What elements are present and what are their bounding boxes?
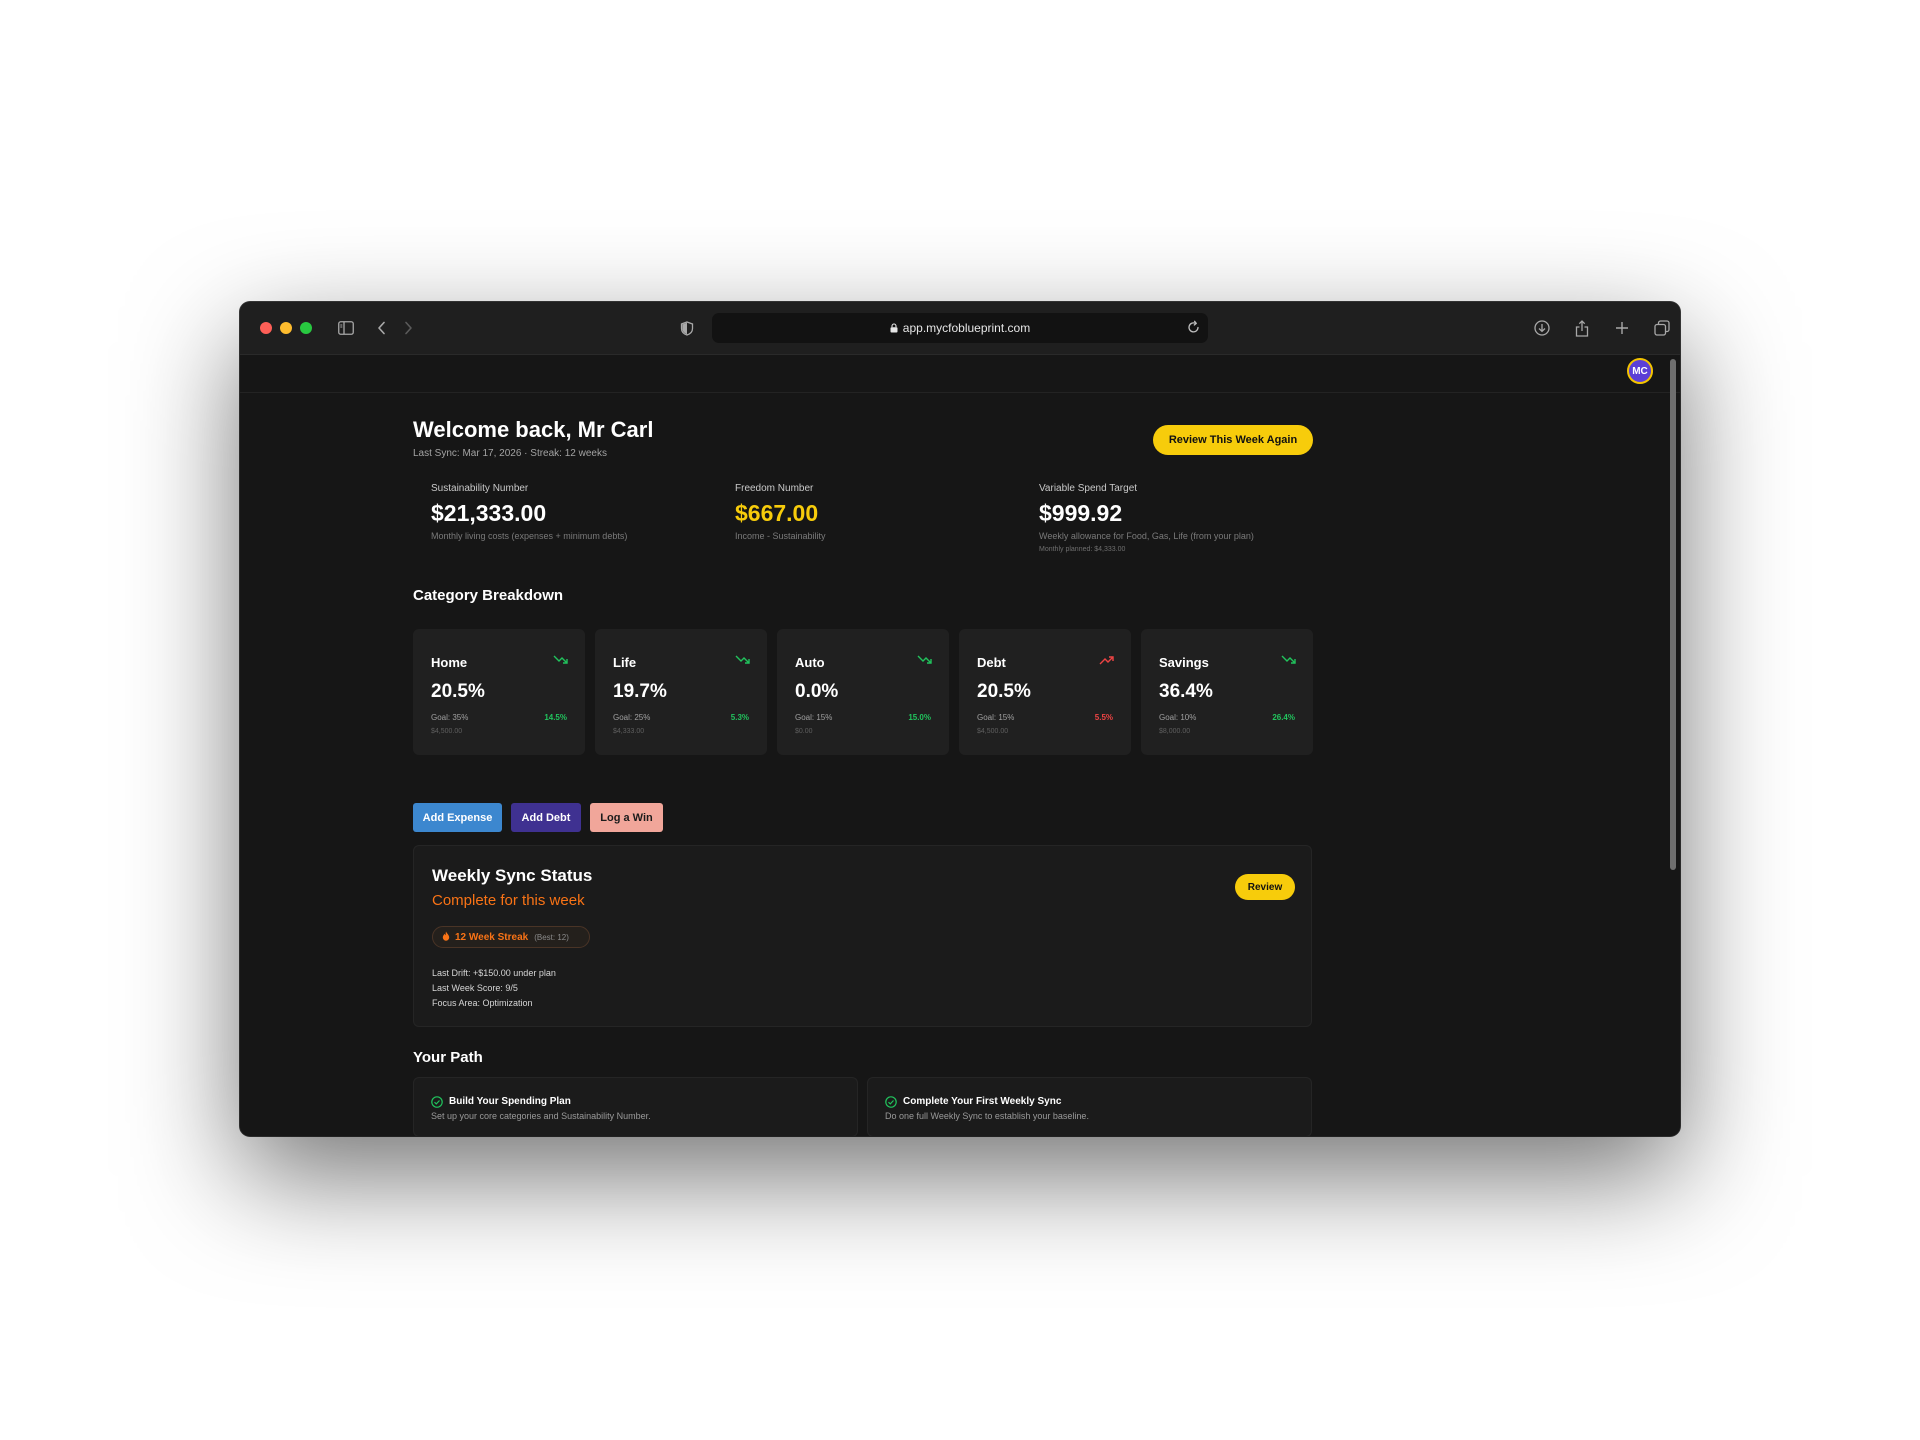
flame-icon [442,928,450,946]
trend-up-icon [1099,653,1115,665]
category-percent: 36.4% [1159,681,1213,702]
add-expense-button[interactable]: Add Expense [413,803,502,832]
category-name: Life [613,655,637,670]
category-goal: Goal: 15% [795,713,833,722]
category-goal: Goal: 25% [613,713,651,722]
category-diff: 15.0% [908,713,931,722]
share-icon[interactable] [1570,316,1594,340]
category-card-life[interactable]: Life 19.7% Goal: 25% 5.3% $4,333.00 [595,629,767,755]
path-step-title: Complete Your First Weekly Sync [903,1096,1062,1107]
category-amount: $8,000.00 [1159,728,1191,735]
category-goal: Goal: 15% [977,713,1015,722]
trend-down-icon [735,653,751,665]
metric-description: Weekly allowance for Food, Gas, Life (fr… [1039,531,1254,541]
category-card-auto[interactable]: Auto 0.0% Goal: 15% 15.0% $0.00 [777,629,949,755]
trend-down-icon [1281,653,1297,665]
sidebar-toggle-icon[interactable] [334,316,358,340]
category-amount: $4,500.00 [977,728,1009,735]
path-step-title: Build Your Spending Plan [449,1096,571,1107]
review-this-week-again-button[interactable]: Review This Week Again [1153,425,1313,455]
your-path-title: Your Path [413,1049,483,1066]
category-percent: 19.7% [613,681,667,702]
top-nav: MC [240,355,1680,393]
weekly-sync-title: Weekly Sync Status [432,866,593,885]
category-amount: $4,500.00 [431,728,463,735]
metric-label: Sustainability Number [431,483,529,494]
category-percent: 20.5% [977,681,1031,702]
tabs-overview-icon[interactable] [1650,316,1674,340]
trend-down-icon [917,653,933,665]
metric-value: $999.92 [1039,500,1123,526]
new-tab-icon[interactable] [1610,316,1634,340]
category-name: Auto [795,655,825,670]
metric-label: Variable Spend Target [1039,483,1138,494]
category-percent: 0.0% [795,681,839,702]
category-breakdown-title: Category Breakdown [413,587,564,604]
url-text: app.mycfoblueprint.com [902,321,1031,335]
minimize-window-button[interactable] [280,322,292,334]
close-window-button[interactable] [260,322,272,334]
focus-area: Focus Area: Optimization [432,998,533,1008]
download-icon[interactable] [1530,316,1554,340]
streak-badge: 12 Week Streak (Best: 12) [432,926,590,948]
page: MC Welcome back, Mr Carl Last Sync: Mar … [240,355,1680,1136]
path-step-description: Set up your core categories and Sustaina… [431,1111,651,1121]
category-diff: 5.3% [730,713,749,722]
metric-value: $667.00 [735,500,819,526]
log-win-button[interactable]: Log a Win [590,803,663,832]
category-name: Debt [977,655,1006,670]
path-step[interactable]: Complete Your First Weekly Sync Do one f… [867,1077,1312,1136]
category-card-savings[interactable]: Savings 36.4% Goal: 10% 26.4% $8,000.00 [1141,629,1313,755]
scrollbar[interactable] [1670,359,1676,870]
check-circle-icon [431,1095,443,1108]
browser-toolbar: app.mycfoblueprint.com [240,302,1680,355]
streak-best: (Best: 12) [534,932,569,942]
path-step-description: Do one full Weekly Sync to establish you… [885,1111,1089,1121]
avatar[interactable]: MC [1627,358,1653,384]
shield-icon[interactable] [675,316,699,340]
metric-variable-spend: Variable Spend Target $999.92 Weekly all… [1039,483,1254,553]
review-button[interactable]: Review [1235,874,1295,900]
add-debt-button[interactable]: Add Debt [511,803,581,832]
check-circle-icon [885,1095,897,1108]
metric-sustainability: Sustainability Number $21,333.00 Monthly… [431,483,627,541]
weekly-sync-status: Complete for this week [432,892,585,909]
category-card-home[interactable]: Home 20.5% Goal: 35% 14.5% $4,500.00 [413,629,585,755]
category-amount: $0.00 [795,728,813,735]
page-title: Welcome back, Mr Carl [413,417,654,442]
metric-description: Income - Sustainability [735,531,826,541]
streak-count: 12 Week Streak [455,931,529,943]
category-card-debt[interactable]: Debt 20.5% Goal: 15% 5.5% $4,500.00 [959,629,1131,755]
path-step[interactable]: Build Your Spending Plan Set up your cor… [413,1077,858,1136]
lock-icon [890,322,898,336]
metric-freedom: Freedom Number $667.00 Income - Sustaina… [735,483,826,541]
address-bar[interactable]: app.mycfoblueprint.com [712,313,1208,343]
last-week-score: Last Week Score: 9/5 [432,983,518,993]
category-goal: Goal: 10% [1159,713,1197,722]
category-name: Savings [1159,655,1209,670]
category-percent: 20.5% [431,681,485,702]
forward-icon[interactable] [396,316,420,340]
back-icon[interactable] [370,316,394,340]
category-diff: 5.5% [1094,713,1113,722]
metric-subnote: Monthly planned: $4,333.00 [1039,546,1126,553]
category-name: Home [431,655,468,670]
category-diff: 26.4% [1272,713,1295,722]
category-amount: $4,333.00 [613,728,645,735]
weekly-sync-card: Weekly Sync Status Complete for this wee… [413,845,1312,1027]
metric-label: Freedom Number [735,483,814,494]
last-drift: Last Drift: +$150.00 under plan [432,968,556,978]
reload-icon[interactable] [1187,320,1200,339]
trend-down-icon [553,653,569,665]
metric-value: $21,333.00 [431,500,547,526]
category-goal: Goal: 35% [431,713,469,722]
zoom-window-button[interactable] [300,322,312,334]
sync-subtitle: Last Sync: Mar 17, 2026 · Streak: 12 wee… [413,448,607,459]
metric-description: Monthly living costs (expenses + minimum… [431,531,628,541]
browser-window: app.mycfoblueprint.com MC Welcome back, … [240,302,1680,1136]
category-diff: 14.5% [544,713,567,722]
